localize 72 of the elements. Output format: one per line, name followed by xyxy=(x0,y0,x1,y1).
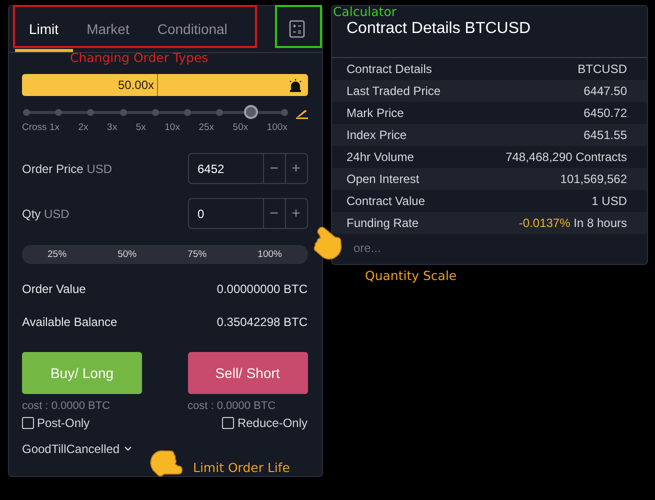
increment-button[interactable]: + xyxy=(284,154,306,183)
summary-label: Order Value xyxy=(22,282,86,296)
option-checkbox[interactable]: Reduce-Only xyxy=(222,416,308,430)
detail-value: 6447.50 xyxy=(584,84,627,98)
qty-field[interactable]: 0 − + xyxy=(188,198,308,229)
leverage-slider[interactable] xyxy=(22,104,288,120)
leverage-field[interactable]: 50.00x xyxy=(22,74,308,96)
leverage-stop-label: 25x xyxy=(198,122,214,133)
checkbox[interactable] xyxy=(22,417,34,429)
time-in-force-dropdown[interactable]: GoodTillCancelled xyxy=(22,442,132,456)
cost-text: cost : 0.0000 BTC xyxy=(22,400,112,412)
annotation-label: Changing Order Types xyxy=(70,50,208,65)
detail-label: Contract Value xyxy=(346,194,425,208)
detail-value: 748,468,290 Contracts xyxy=(506,150,627,164)
detail-label: Last Traded Price xyxy=(346,84,441,98)
checkbox[interactable] xyxy=(222,417,234,429)
detail-value: 101,569,562 xyxy=(560,172,627,186)
detail-value: BTCUSD xyxy=(578,62,627,76)
slider-stop-dot xyxy=(55,109,62,116)
chevron-down-icon xyxy=(124,446,132,452)
percent-button[interactable]: 75% xyxy=(184,249,211,260)
leverage-stop-label: Cross 1x xyxy=(22,122,60,133)
detail-value: 1 USD xyxy=(592,194,627,208)
slider-stop-dot xyxy=(120,109,127,116)
annotation-label: Limit Order Life xyxy=(193,460,290,475)
slider-stop-dot xyxy=(87,109,94,116)
annotation-label: Calculator xyxy=(333,4,396,19)
detail-label: Funding Rate xyxy=(346,216,419,230)
slider-stop-dot xyxy=(184,109,191,116)
leverage-stop-label: 3x xyxy=(107,122,118,133)
annotation-label: Quantity Scale xyxy=(365,268,457,283)
percent-button[interactable]: 50% xyxy=(114,249,141,260)
leverage-stop-label: 10x xyxy=(164,122,180,133)
option-checkbox[interactable]: Post-Only xyxy=(22,416,90,430)
slider-stop-dot xyxy=(216,109,224,116)
leverage-stop-label: 50x xyxy=(232,122,248,133)
detail-value: -0.0137% In 8 hours xyxy=(518,216,627,230)
slider-stop-dot xyxy=(23,109,30,116)
leverage-stop-label: 2x xyxy=(78,122,88,133)
leverage-stop-label: 5x xyxy=(136,122,146,133)
detail-label: Mark Price xyxy=(346,106,404,120)
slider-stop-dot xyxy=(152,109,159,116)
detail-label: Index Price xyxy=(346,128,407,142)
summary-value: 0.00000000 BTC xyxy=(216,282,308,296)
order-type-tab[interactable]: Conditional xyxy=(143,6,242,52)
order-type-tab[interactable]: Limit xyxy=(15,6,73,52)
cost-text: cost : 0.0000 BTC xyxy=(188,400,277,412)
calculator-icon[interactable] xyxy=(288,20,306,38)
decrement-button[interactable]: − xyxy=(262,154,284,183)
more-link[interactable]: ore... xyxy=(354,241,381,255)
detail-label: 24hr Volume xyxy=(346,150,414,164)
order-price-label: Order Price USD xyxy=(22,162,112,176)
summary-label: Available Balance xyxy=(22,314,118,328)
highlight-frame xyxy=(275,5,322,48)
increment-button[interactable]: + xyxy=(284,199,306,228)
slider-stop-dot xyxy=(280,109,288,116)
pencil-icon[interactable] xyxy=(296,107,308,119)
percent-button[interactable]: 100% xyxy=(254,249,286,260)
percent-button[interactable]: 25% xyxy=(44,249,71,260)
summary-value: 0.35042298 BTC xyxy=(216,314,308,328)
leverage-stop-label: 100x xyxy=(266,122,288,133)
detail-label: Open Interest xyxy=(346,172,420,186)
detail-value: 6450.72 xyxy=(584,106,627,120)
detail-label: Contract Details xyxy=(346,62,432,76)
slider-thumb[interactable] xyxy=(244,105,258,119)
order-price-field[interactable]: 6452 − + xyxy=(188,153,308,184)
detail-value: 6451.55 xyxy=(584,128,627,142)
sell-short-button[interactable]: Sell/ Short xyxy=(188,352,308,394)
qty-label: Qty USD xyxy=(22,206,70,220)
order-type-tab[interactable]: Market xyxy=(72,6,144,52)
alarm-light-icon xyxy=(288,78,302,92)
decrement-button[interactable]: − xyxy=(262,199,284,228)
